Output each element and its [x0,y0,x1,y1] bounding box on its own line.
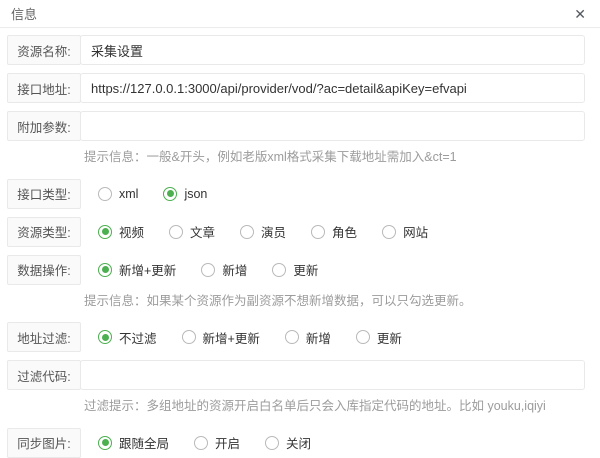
radio-api-type-xml[interactable]: xml [98,187,138,201]
radio-checked-icon [98,263,112,277]
radio-label: 开启 [215,433,240,452]
radio-label: 网站 [403,222,428,241]
address-filter-radio-group: 不过滤 新增+更新 新增 更新 [81,322,585,352]
radio-icon [272,263,286,277]
radio-icon [98,187,112,201]
radio-sync-global[interactable]: 跟随全局 [98,433,169,452]
radio-label: 跟随全局 [119,433,169,452]
form-row-resource-type: 资源类型: 视频 文章 演员 角色 网站 [7,217,585,247]
radio-icon [311,225,325,239]
radio-icon [240,225,254,239]
radio-checked-icon [98,330,112,344]
radio-resource-type-video[interactable]: 视频 [98,222,144,241]
radio-filter-none[interactable]: 不过滤 [98,328,157,347]
filter-code-hint: 过滤提示：多组地址的资源开启白名单后只会入库指定代码的地址。比如 youku,i… [7,398,585,416]
radio-label: 不过滤 [119,328,157,347]
radio-checked-icon [163,187,177,201]
radio-label: 新增 [306,328,331,347]
form-row-address-filter: 地址过滤: 不过滤 新增+更新 新增 更新 [7,322,585,352]
radio-label: 新增+更新 [203,328,260,347]
data-operation-label: 数据操作: [7,255,81,285]
radio-label: 新增 [222,260,247,279]
radio-api-type-json[interactable]: json [163,187,207,201]
resource-name-label: 资源名称: [7,35,81,65]
sync-images-label: 同步图片: [7,428,81,458]
api-url-label: 接口地址: [7,73,81,103]
radio-icon [201,263,215,277]
resource-name-input[interactable] [80,35,585,65]
radio-label: json [184,187,207,201]
radio-resource-type-article[interactable]: 文章 [169,222,215,241]
dialog-title: 信息 [11,4,37,23]
radio-checked-icon [98,436,112,450]
radio-icon [285,330,299,344]
radio-icon [169,225,183,239]
form-body: 资源名称: 接口地址: 附加参数: 提示信息：一般&开头，例如老版xml格式采集… [0,28,600,458]
radio-data-op-update[interactable]: 更新 [272,260,318,279]
radio-label: 文章 [190,222,215,241]
api-url-input[interactable] [80,73,585,103]
resource-type-label: 资源类型: [7,217,81,247]
api-type-radio-group: xml json [81,179,585,209]
radio-icon [265,436,279,450]
form-row-data-operation: 数据操作: 新增+更新 新增 更新 [7,255,585,285]
sync-images-radio-group: 跟随全局 开启 关闭 [81,428,585,458]
radio-label: 演员 [261,222,286,241]
data-operation-radio-group: 新增+更新 新增 更新 [81,255,585,285]
radio-label: xml [119,187,138,201]
radio-filter-update[interactable]: 更新 [356,328,402,347]
radio-label: 关闭 [286,433,311,452]
dialog-header: 信息 ✕ [0,0,600,28]
radio-label: 新增+更新 [119,260,176,279]
data-operation-hint: 提示信息：如果某个资源作为副资源不想新增数据，可以只勾选更新。 [7,293,585,311]
radio-resource-type-actor[interactable]: 演员 [240,222,286,241]
form-row-api-url: 接口地址: [7,73,585,103]
filter-code-label: 过滤代码: [7,360,81,390]
radio-icon [382,225,396,239]
radio-label: 视频 [119,222,144,241]
radio-data-op-add-update[interactable]: 新增+更新 [98,260,176,279]
radio-icon [194,436,208,450]
close-icon[interactable]: ✕ [572,5,588,23]
extra-params-label: 附加参数: [7,111,81,141]
radio-icon [356,330,370,344]
radio-filter-add[interactable]: 新增 [285,328,331,347]
radio-checked-icon [98,225,112,239]
radio-data-op-add[interactable]: 新增 [201,260,247,279]
form-row-filter-code: 过滤代码: [7,360,585,390]
radio-resource-type-website[interactable]: 网站 [382,222,428,241]
radio-sync-off[interactable]: 关闭 [265,433,311,452]
form-row-extra-params: 附加参数: [7,111,585,141]
radio-label: 更新 [377,328,402,347]
radio-icon [182,330,196,344]
radio-sync-on[interactable]: 开启 [194,433,240,452]
form-row-api-type: 接口类型: xml json [7,179,585,209]
radio-label: 角色 [332,222,357,241]
form-row-sync-images: 同步图片: 跟随全局 开启 关闭 [7,428,585,458]
radio-resource-type-role[interactable]: 角色 [311,222,357,241]
filter-code-input[interactable] [80,360,585,390]
extra-params-input[interactable] [80,111,585,141]
radio-filter-add-update[interactable]: 新增+更新 [182,328,260,347]
resource-type-radio-group: 视频 文章 演员 角色 网站 [81,217,585,247]
address-filter-label: 地址过滤: [7,322,81,352]
radio-label: 更新 [293,260,318,279]
extra-params-hint: 提示信息：一般&开头，例如老版xml格式采集下载地址需加入&ct=1 [7,149,585,167]
api-type-label: 接口类型: [7,179,81,209]
form-row-resource-name: 资源名称: [7,35,585,65]
